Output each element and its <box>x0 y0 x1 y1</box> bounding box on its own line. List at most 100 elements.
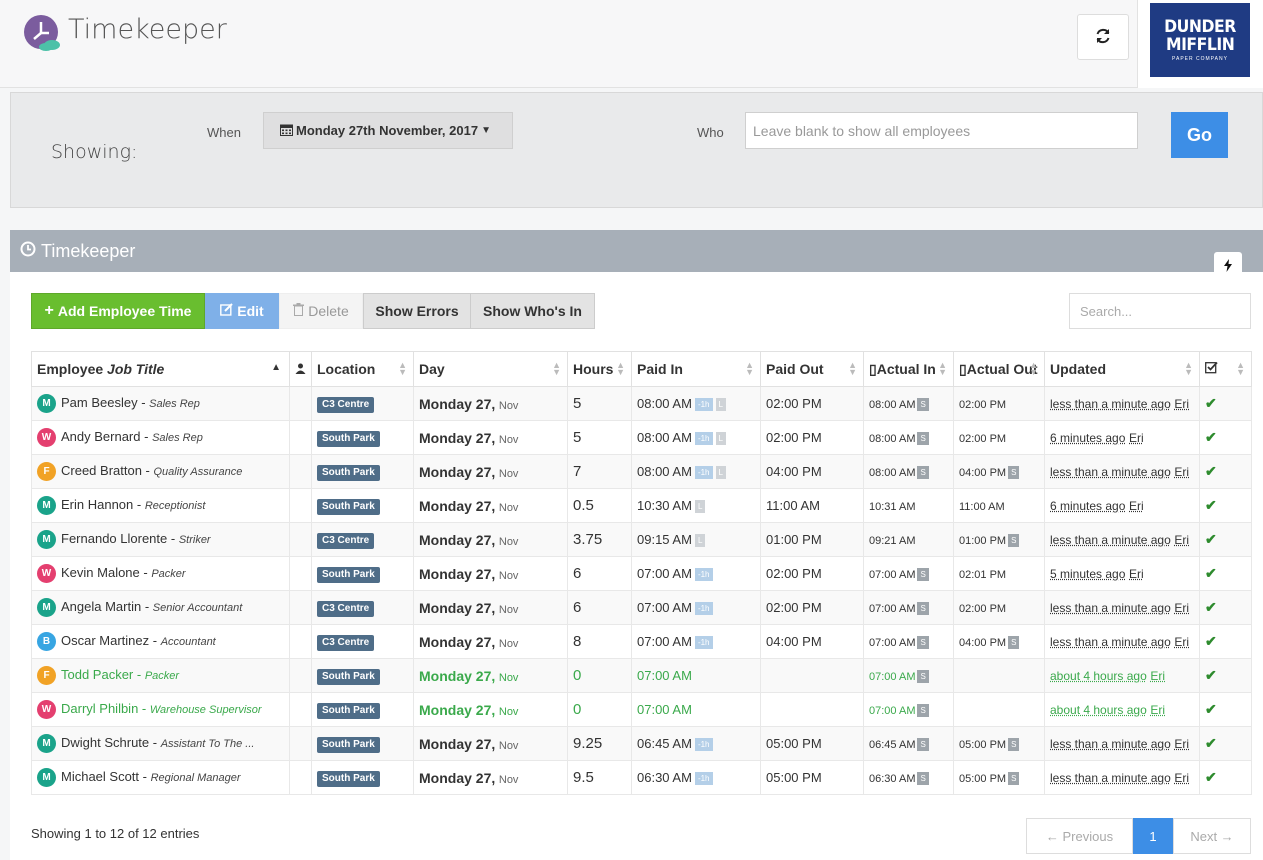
employee-name: Angela Martin <box>61 598 142 614</box>
col-day[interactable]: Day ▲ ▼ <box>413 351 568 387</box>
cell-actual-in: 08:00 AM S <box>863 454 954 489</box>
actual-out-value: 04:00 PM <box>959 466 1007 479</box>
col-hours[interactable]: Hours ▲ ▼ <box>567 351 632 387</box>
timekeeper-logo-icon <box>22 14 62 52</box>
check-icon: ✔ <box>1205 633 1217 649</box>
cell-updated: less than a minute ago Eri <box>1044 522 1200 557</box>
s-tag: S <box>1008 534 1020 548</box>
delete-button[interactable]: Delete <box>279 293 363 329</box>
col-location[interactable]: Location ▲ ▼ <box>311 351 414 387</box>
paid-out-value: 04:00 PM <box>766 634 822 649</box>
page-1-button[interactable]: 1 <box>1133 818 1173 854</box>
day-value: Monday 27, <box>419 463 496 480</box>
who-input[interactable] <box>745 112 1138 149</box>
col-employee[interactable]: Employee Job Title ▲ <box>31 351 290 387</box>
table-row[interactable]: M Michael Scott - Regional Manager South P… <box>31 760 1252 795</box>
employee-name: Michael Scott <box>61 768 140 784</box>
bolt-button[interactable] <box>1214 252 1242 282</box>
cell-paid-out: 02:00 PM <box>760 590 864 625</box>
paid-out-value: 02:00 PM <box>766 396 822 411</box>
location-badge: C3 Centre <box>317 532 375 549</box>
cell-updated: less than a minute ago Eri <box>1044 726 1200 761</box>
table-row[interactable]: M Pam Beesley - Sales Rep C3 Centre Monday … <box>31 386 1252 421</box>
col-paid-in[interactable]: Paid In ▲ ▼ <box>631 351 761 387</box>
refresh-button[interactable] <box>1077 14 1129 60</box>
sort-icon: ▲ ▼ <box>745 360 754 377</box>
sort-icon: ▲ ▼ <box>1184 360 1193 377</box>
table-row[interactable]: W Darryl Philbin - Warehouse Supervisor So… <box>31 692 1252 727</box>
cell-day: Monday 27, Nov <box>413 624 568 659</box>
job-title: Striker <box>178 533 211 546</box>
job-title: Packer <box>151 567 186 580</box>
table-row[interactable]: F Creed Bratton - Quality Assurance South … <box>31 454 1252 489</box>
col-actual-in-label: Actual In <box>876 360 936 377</box>
sort-icon: ▲ ▼ <box>552 360 561 377</box>
table-row[interactable]: M Angela Martin - Senior Accountant C3 Cen… <box>31 590 1252 625</box>
cell-actual-out: 05:00 PM S <box>953 760 1045 795</box>
updated-value: less than a minute ago <box>1050 533 1171 547</box>
month-value: Nov <box>498 399 519 412</box>
cell-hours: 9.25 <box>567 726 632 761</box>
employee-name: Darryl Philbin <box>61 700 139 716</box>
check-icon: ✔ <box>1205 429 1217 445</box>
cell-user <box>289 658 312 693</box>
actual-out-value: 02:00 PM <box>959 603 1007 615</box>
col-paid-out[interactable]: Paid Out ▲ ▼ <box>760 351 864 387</box>
cell-updated: less than a minute ago Eri <box>1044 590 1200 625</box>
table-row[interactable]: M Fernando Llorente - Striker C3 Centre Mon… <box>31 522 1252 557</box>
cell-day: Monday 27, Nov <box>413 658 568 693</box>
col-status[interactable]: ▲ ▼ <box>1199 351 1252 387</box>
cell-paid-out: 01:00 PM <box>760 522 864 557</box>
col-actual-in[interactable]: ▯Actual In ▲ ▼ <box>863 351 954 387</box>
table-row[interactable]: W Andy Bernard - Sales Rep South Park Monda… <box>31 420 1252 455</box>
paid-in-value: 07:00 AM <box>637 668 692 683</box>
paid-out-value: 02:00 PM <box>766 600 822 615</box>
cell-location: South Park <box>311 658 414 693</box>
checkbox-icon <box>1205 361 1218 377</box>
cell-hours: 7 <box>567 454 632 489</box>
month-value: Nov <box>498 705 519 718</box>
paid-in-tag: -1h <box>694 602 713 616</box>
table-row[interactable]: F Todd Packer - Packer South Park Monday 27… <box>31 658 1252 693</box>
table-row[interactable]: B Oscar Martinez - Accountant C3 Centre Mon… <box>31 624 1252 659</box>
panel-header: Timekeeper <box>10 230 1263 272</box>
job-title: Senior Accountant <box>152 601 243 614</box>
edit-button[interactable]: Edit <box>205 293 279 329</box>
table-body: M Pam Beesley - Sales Rep C3 Centre Monday … <box>31 386 1252 795</box>
job-title: Accountant <box>160 635 216 648</box>
cell-employee: M Angela Martin - Senior Accountant <box>31 590 290 625</box>
show-whos-in-button[interactable]: Show Who's In <box>471 293 595 329</box>
cell-hours: 6 <box>567 556 632 591</box>
cell-paid-out: 11:00 AM <box>760 488 864 523</box>
table-row[interactable]: M Erin Hannon - Receptionist South Park Mon… <box>31 488 1252 523</box>
cell-paid-out: 02:00 PM <box>760 420 864 455</box>
cell-location: South Park <box>311 420 414 455</box>
date-picker-button[interactable]: Monday 27th November, 2017 ▼ <box>263 112 513 149</box>
col-actual-out[interactable]: ▯Actual Out ▲ ▼ <box>953 351 1045 387</box>
go-button[interactable]: Go <box>1171 112 1228 158</box>
job-title: Quality Assurance <box>153 465 243 478</box>
day-value: Monday 27, <box>419 429 496 446</box>
cell-paid-out: 05:00 PM <box>760 760 864 795</box>
cell-actual-in: 07:00 AM S <box>863 590 954 625</box>
paid-in-value: 09:15 AM <box>637 531 692 547</box>
previous-page-button[interactable]: ← Previous <box>1026 818 1133 854</box>
show-errors-button[interactable]: Show Errors <box>363 293 471 329</box>
trash-icon <box>293 303 305 319</box>
next-page-button[interactable]: Next → <box>1173 818 1251 854</box>
col-user[interactable] <box>289 351 312 387</box>
add-employee-time-button[interactable]: + Add Employee Time <box>31 293 205 329</box>
cell-actual-in: 06:45 AM S <box>863 726 954 761</box>
table-row[interactable]: M Dwight Schrute - Assistant To The ... So… <box>31 726 1252 761</box>
cell-location: C3 Centre <box>311 522 414 557</box>
cell-day: Monday 27, Nov <box>413 760 568 795</box>
col-updated[interactable]: Updated ▲ ▼ <box>1044 351 1200 387</box>
table-search-input[interactable] <box>1069 293 1251 329</box>
actual-in-value: 07:00 AM <box>869 602 916 615</box>
avatar: W <box>37 428 56 447</box>
paid-in-value: 07:00 AM <box>637 565 692 581</box>
cell-updated: less than a minute ago Eri <box>1044 624 1200 659</box>
month-value: Nov <box>498 671 519 684</box>
updated-value: about 4 hours ago <box>1050 703 1147 717</box>
table-row[interactable]: W Kevin Malone - Packer South Park Monday 2… <box>31 556 1252 591</box>
